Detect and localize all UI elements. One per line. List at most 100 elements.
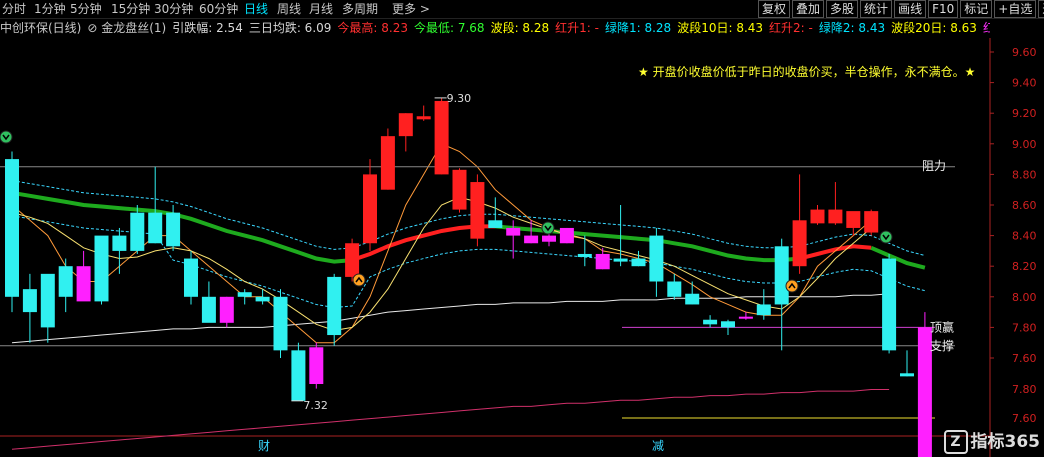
indicator-value-8: 红升2: - bbox=[769, 21, 813, 35]
candle-body[interactable] bbox=[380, 136, 395, 190]
axis-tick-label-lower: 7.80 bbox=[1012, 383, 1037, 396]
candle-body[interactable] bbox=[130, 212, 145, 251]
axis-tick-label: 7.80 bbox=[1012, 321, 1037, 334]
period-tab-9[interactable]: 多周期 bbox=[342, 0, 378, 18]
axis-tick-label: 8.00 bbox=[1012, 291, 1037, 304]
candle-body[interactable] bbox=[273, 296, 288, 351]
toolbar-button-3[interactable]: 统计 bbox=[860, 0, 893, 18]
low-price-label: 7.32 bbox=[303, 399, 328, 412]
candle-body[interactable] bbox=[756, 304, 771, 316]
candle-body[interactable] bbox=[559, 227, 574, 244]
toolbar-button-0[interactable]: 复权 bbox=[758, 0, 791, 18]
candle-body[interactable] bbox=[685, 293, 700, 305]
candle-body[interactable] bbox=[810, 209, 825, 224]
indicator-value-11: 红升3: -◇ bbox=[982, 21, 990, 35]
candle-body[interactable] bbox=[738, 316, 753, 319]
candle-body[interactable] bbox=[434, 100, 449, 175]
candle-body[interactable] bbox=[327, 276, 342, 336]
slow-ma-line bbox=[11, 293, 890, 344]
toolbar-button-4[interactable]: 画线 bbox=[894, 0, 927, 18]
candle-body[interactable] bbox=[309, 347, 324, 385]
indicator-value-1: 三日均跌: 6.09 bbox=[248, 21, 332, 35]
period-tab-5[interactable]: 60分钟 bbox=[199, 0, 238, 18]
candle-body[interactable] bbox=[721, 321, 735, 328]
axis-tick-label: 9.40 bbox=[1012, 77, 1037, 90]
high-price-label: 9.30 bbox=[447, 92, 472, 105]
period-tab-6[interactable]: 日线 bbox=[244, 0, 268, 18]
toolbar-button-6[interactable]: 标记 bbox=[960, 0, 993, 18]
candle-body[interactable] bbox=[703, 319, 718, 325]
candle-body[interactable] bbox=[184, 258, 198, 297]
band-line-green-2 bbox=[495, 224, 800, 263]
candle-body[interactable] bbox=[613, 258, 628, 262]
toolbar-button-8[interactable]: 返回 bbox=[1038, 0, 1044, 18]
candle-body[interactable] bbox=[846, 211, 861, 228]
candle-body[interactable] bbox=[864, 211, 879, 233]
candle-body[interactable] bbox=[792, 220, 807, 267]
logo-icon: Z bbox=[943, 430, 968, 454]
candle-body[interactable] bbox=[416, 116, 431, 120]
candle-body[interactable] bbox=[667, 281, 682, 297]
candle-body[interactable] bbox=[201, 296, 216, 323]
candle-body[interactable] bbox=[40, 273, 55, 328]
period-tab-2[interactable]: 5分钟 bbox=[70, 0, 102, 18]
candle-body[interactable] bbox=[148, 212, 163, 244]
candle-body[interactable] bbox=[291, 350, 306, 401]
axis-tick-label: 9.60 bbox=[1012, 46, 1037, 59]
event-marker-jian: 减 bbox=[652, 439, 664, 453]
candle-body[interactable] bbox=[76, 266, 91, 302]
candlestick-chart[interactable]: 9.60 9.40 9.20 9.00 8.80 8.60 8.40 8.20 8.00 7.80… bbox=[0, 38, 1044, 457]
axis-tick-label: 8.80 bbox=[1012, 168, 1037, 181]
candle-body[interactable] bbox=[237, 292, 252, 297]
candle-body[interactable] bbox=[470, 182, 485, 239]
candle-body[interactable] bbox=[774, 246, 789, 305]
toolbar-button-1[interactable]: 叠加 bbox=[792, 0, 825, 18]
candle-body[interactable] bbox=[524, 235, 539, 244]
axis-tick-label: 9.00 bbox=[1012, 138, 1037, 151]
candle-body[interactable] bbox=[5, 159, 19, 297]
period-tab-0[interactable]: 分时 bbox=[2, 0, 26, 18]
candle-body[interactable] bbox=[363, 174, 377, 244]
candle-body[interactable] bbox=[595, 253, 610, 270]
period-tab-10[interactable]: 更多 > bbox=[392, 0, 430, 18]
candle-body[interactable] bbox=[506, 227, 521, 236]
long-term-line bbox=[11, 389, 890, 450]
stock-title: 中创环保(日线) bbox=[0, 21, 82, 35]
indicator-value-10: 波段20日: 8.63 bbox=[891, 21, 977, 35]
candle-body[interactable] bbox=[900, 373, 914, 377]
candle-body[interactable] bbox=[94, 235, 109, 302]
candle-body[interactable] bbox=[542, 235, 556, 242]
period-tab-4[interactable]: 30分钟 bbox=[154, 0, 193, 18]
period-tab-3[interactable]: 15分钟 bbox=[111, 0, 150, 18]
candle-body[interactable] bbox=[219, 296, 234, 323]
candle-body[interactable] bbox=[58, 266, 73, 297]
candle-body[interactable] bbox=[345, 243, 360, 277]
candle-body[interactable] bbox=[488, 220, 503, 228]
candle-body[interactable] bbox=[452, 169, 467, 210]
candle-body[interactable] bbox=[828, 209, 843, 224]
candle-body[interactable] bbox=[631, 258, 646, 267]
buy-signal-icon bbox=[785, 279, 799, 293]
axis-tick-label: 8.60 bbox=[1012, 199, 1037, 212]
toolbar-button-5[interactable]: F10 bbox=[928, 0, 959, 18]
indicator-value-9: 绿降2: 8.43 bbox=[818, 21, 886, 35]
indicator-value-6: 绿降1: 8.28 bbox=[604, 21, 672, 35]
sell-signal-icon bbox=[879, 230, 893, 244]
watermark-text: 指标365 bbox=[970, 432, 1041, 452]
toolbar-button-2[interactable]: 多股 bbox=[826, 0, 859, 18]
candle-body[interactable] bbox=[882, 258, 897, 351]
toolbar-button-7[interactable]: +自选 bbox=[994, 0, 1037, 18]
candle-body[interactable] bbox=[112, 235, 127, 251]
candle-body[interactable] bbox=[577, 253, 592, 258]
candle-body[interactable] bbox=[649, 235, 664, 282]
candle-body[interactable] bbox=[166, 212, 181, 247]
period-tab-7[interactable]: 周线 bbox=[277, 0, 301, 18]
candle-body[interactable] bbox=[255, 296, 270, 302]
axis-tick-label-lower: 7.60 bbox=[1012, 412, 1037, 425]
period-tab-1[interactable]: 1分钟 bbox=[34, 0, 66, 18]
upper-band-label: 顶赢 bbox=[930, 319, 954, 334]
period-tab-8[interactable]: 月线 bbox=[309, 0, 333, 18]
candle-body[interactable] bbox=[22, 289, 37, 313]
axis-tick-label: 8.40 bbox=[1012, 230, 1037, 243]
candle-body[interactable] bbox=[398, 113, 413, 137]
